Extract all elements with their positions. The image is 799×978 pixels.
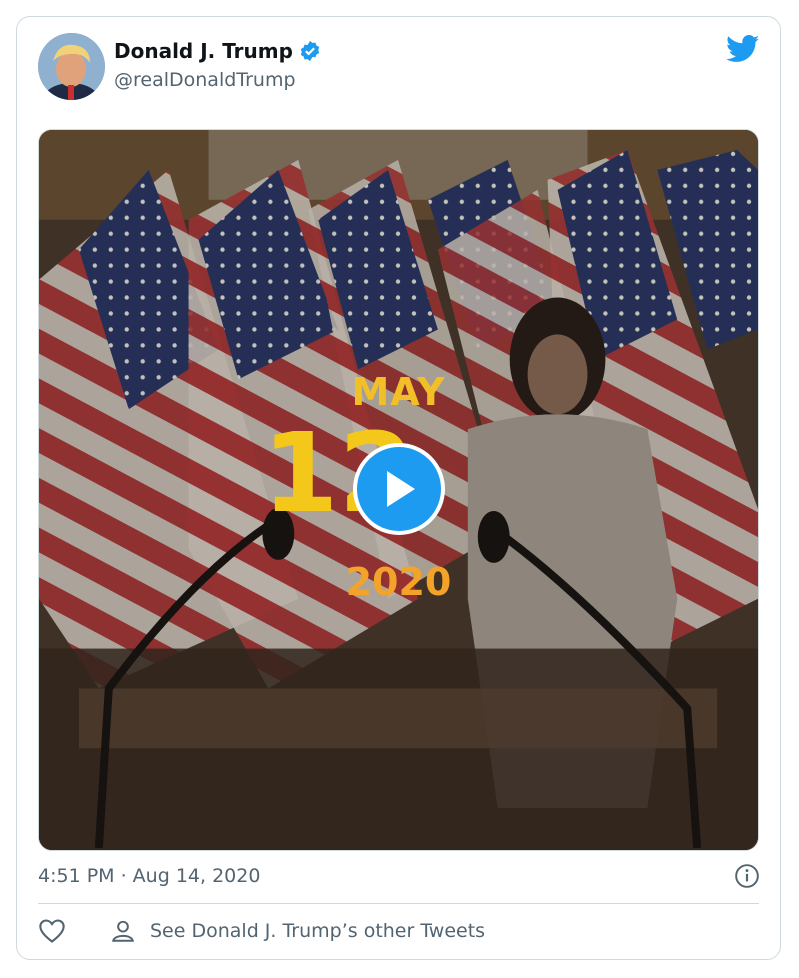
author-handle[interactable]: @realDonaldTrump: [114, 69, 296, 91]
other-tweets-link[interactable]: See Donald J. Trump’s other Tweets: [150, 920, 485, 942]
play-icon: [387, 471, 415, 507]
person-icon: [112, 920, 134, 942]
heart-icon[interactable]: [38, 917, 66, 945]
info-icon[interactable]: [734, 863, 760, 889]
verified-badge-icon: [300, 40, 320, 62]
author-name[interactable]: Donald J. Trump: [114, 39, 293, 63]
avatar-image: [38, 33, 105, 100]
tweet-card: Donald J. Trump @realDonaldTrump MAY 12 …: [16, 16, 781, 960]
divider: [38, 903, 759, 904]
play-button[interactable]: [353, 443, 445, 535]
overlay-year: 2020: [345, 560, 452, 604]
overlay-month: MAY: [351, 370, 446, 414]
tweet-footer: See Donald J. Trump’s other Tweets: [38, 917, 485, 945]
tweet-timestamp[interactable]: 4:51 PM · Aug 14, 2020: [38, 865, 260, 887]
video-player[interactable]: MAY 12 2020: [38, 129, 759, 851]
avatar[interactable]: [38, 33, 105, 100]
twitter-bird-icon[interactable]: [726, 35, 760, 63]
author-name-row: Donald J. Trump: [114, 39, 321, 63]
